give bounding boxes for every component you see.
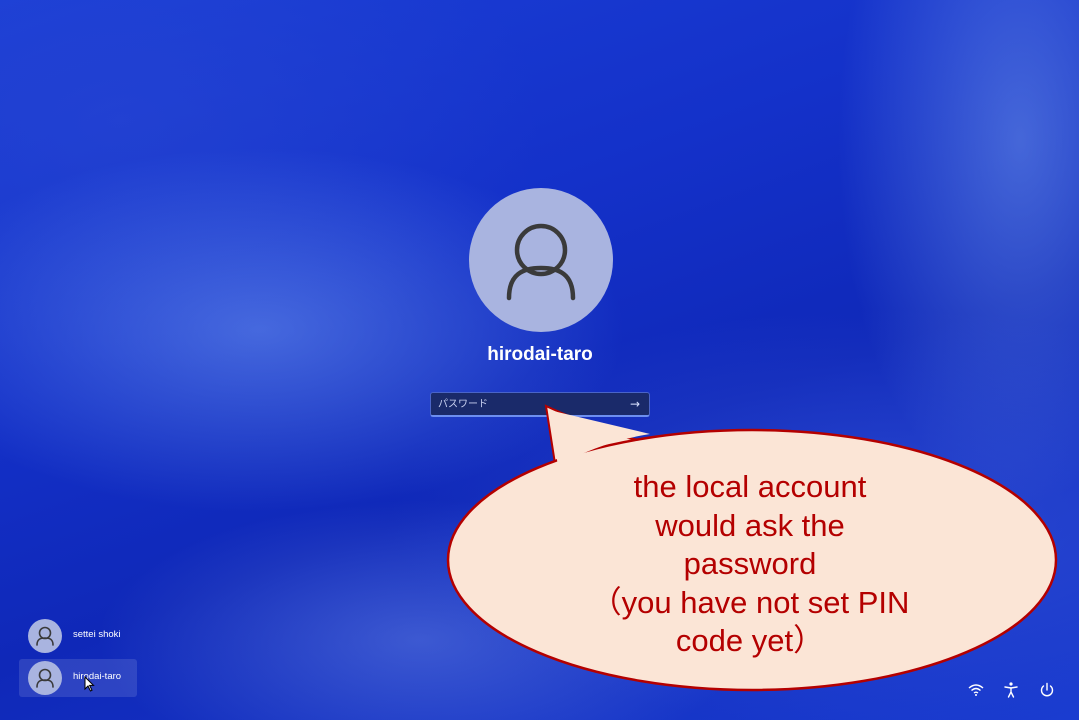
- power-icon[interactable]: [1037, 680, 1057, 700]
- person-icon: [36, 626, 54, 646]
- mini-avatar: [28, 619, 62, 653]
- person-icon: [36, 668, 54, 688]
- callout-text: the local account would ask the password…: [590, 469, 910, 658]
- user-item-label: settei shoki: [73, 629, 121, 640]
- mouse-cursor-icon: [84, 676, 95, 692]
- mini-avatar: [28, 661, 62, 695]
- user-item-label: hirodai-taro: [73, 671, 122, 682]
- wifi-icon[interactable]: [966, 680, 986, 700]
- accessibility-icon[interactable]: [1001, 680, 1021, 700]
- user-item-settei-shoki[interactable]: settei shoki: [19, 617, 137, 655]
- user-item-hirodai-taro[interactable]: hirodai-taro: [19, 659, 137, 697]
